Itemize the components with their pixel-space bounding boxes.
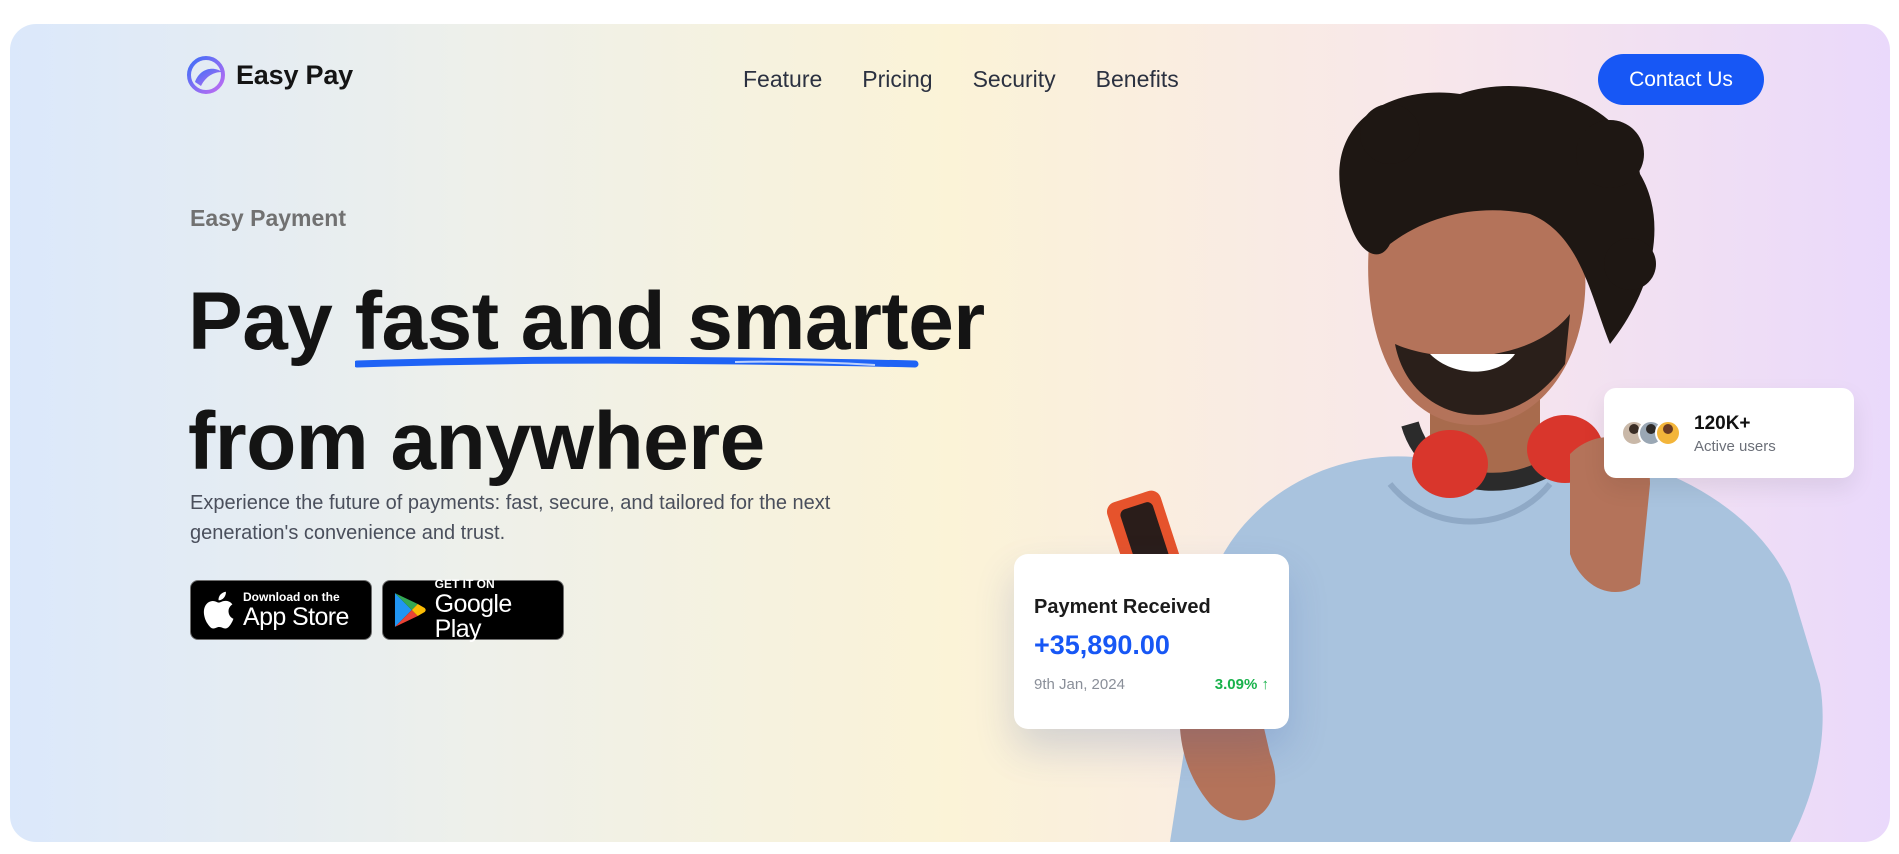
headline-line2: from anywhere	[188, 396, 765, 487]
payment-title: Payment Received	[1034, 596, 1211, 618]
payment-change-badge: 3.09% ↑	[1214, 676, 1269, 693]
nav-link-pricing[interactable]: Pricing	[862, 66, 932, 93]
hero-description: Experience the future of payments: fast,…	[190, 492, 831, 544]
payment-received-card: Payment Received +35,890.00 9th Jan, 202…	[1014, 554, 1289, 729]
google-play-button[interactable]: GET IT ON Google Play	[382, 578, 564, 642]
headline-lead: Pay	[188, 276, 355, 367]
app-store-big-label: App Store	[243, 602, 349, 631]
google-play-text: GET IT ON Google Play	[435, 578, 563, 642]
brush-underline-icon	[354, 356, 919, 368]
nav-link-feature[interactable]: Feature	[743, 66, 822, 93]
active-users-count: 120K+	[1694, 413, 1751, 434]
google-play-icon	[394, 593, 426, 627]
hero-headline: Pay fast and smarter from anywhere	[188, 262, 985, 502]
app-store-text: Download on the App Store	[243, 591, 349, 630]
hero-eyebrow: Easy Payment	[190, 205, 346, 231]
hero-section: Easy Pay Feature Pricing Security Benefi…	[10, 24, 1890, 842]
easy-pay-logo-icon	[187, 56, 225, 94]
headline-highlight: fast and smarter	[354, 262, 985, 382]
payment-date: 9th Jan, 2024	[1034, 676, 1125, 693]
brand-name: Easy Pay	[236, 59, 353, 90]
google-play-big-label: Google Play	[434, 590, 513, 643]
apple-icon	[203, 591, 234, 629]
brand-logo[interactable]: Easy Pay	[186, 52, 353, 98]
active-users-label: Active users	[1694, 438, 1776, 455]
google-play-small-label: GET IT ON	[434, 577, 495, 591]
active-users-card: 120K+ Active users	[1604, 388, 1854, 478]
user-avatars-icon	[1621, 420, 1681, 446]
app-store-button[interactable]: Download on the App Store	[190, 580, 372, 640]
payment-amount: +35,890.00	[1034, 630, 1170, 660]
app-store-small-label: Download on the	[243, 589, 340, 604]
